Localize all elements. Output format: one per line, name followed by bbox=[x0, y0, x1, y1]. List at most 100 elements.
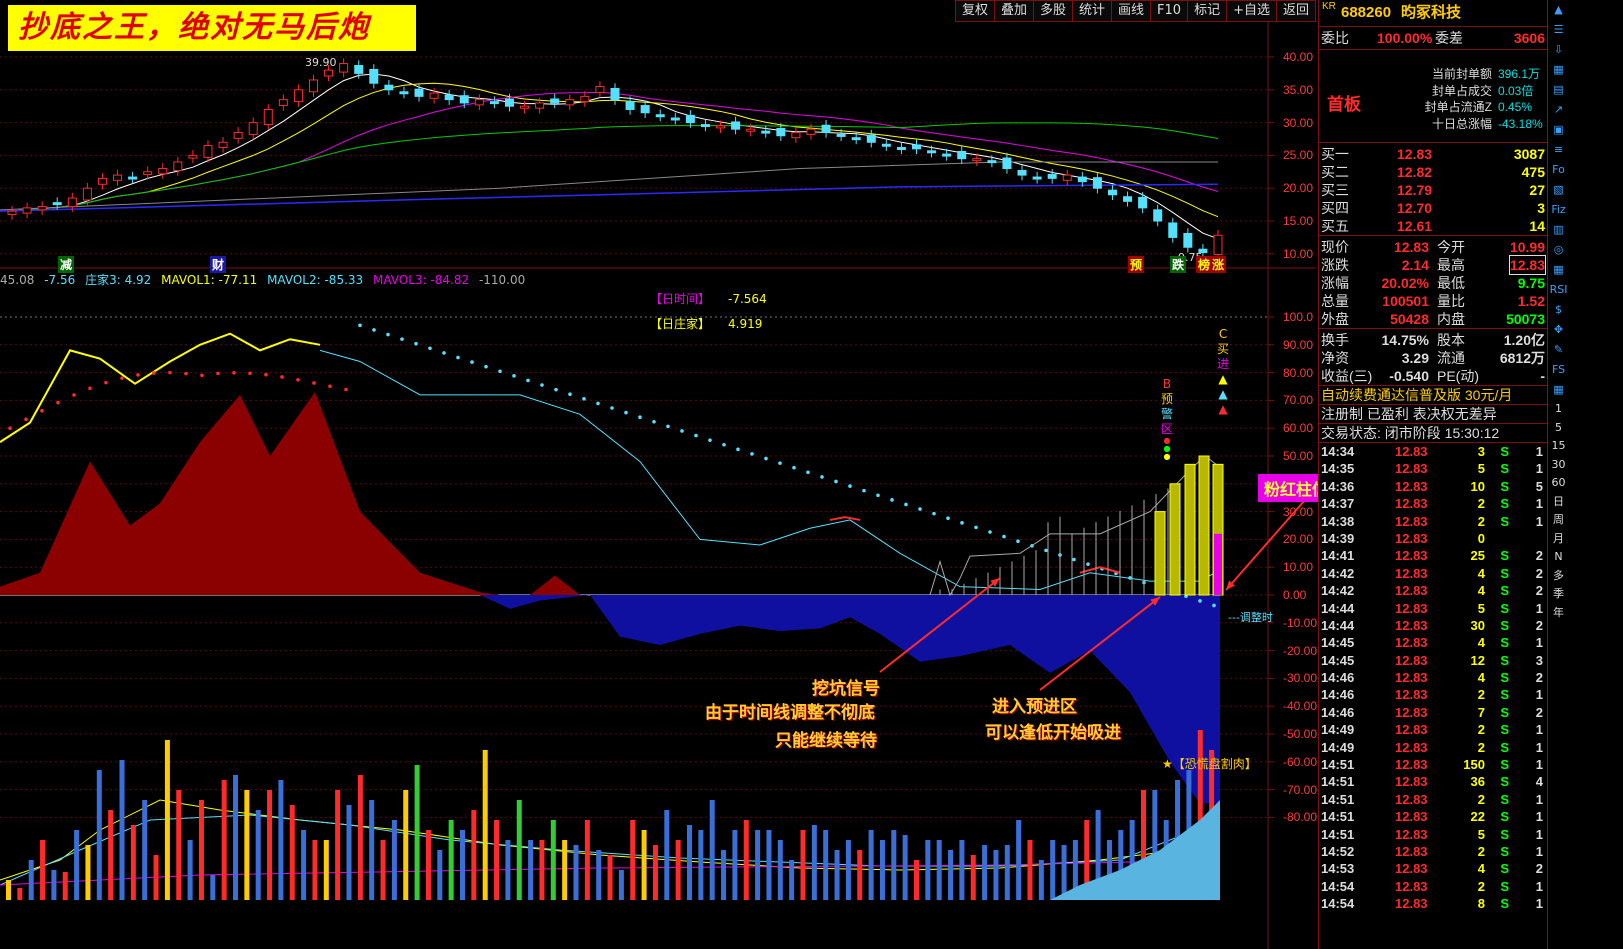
toolbar-btn-5[interactable]: F10 bbox=[1150, 0, 1189, 22]
tick-time: 14:42 bbox=[1321, 583, 1355, 599]
volume-bar bbox=[96, 770, 102, 900]
sidebar-tool-icon-12[interactable]: ◎ bbox=[1548, 240, 1569, 260]
volume-bar bbox=[357, 775, 363, 900]
bid-row-0[interactable]: 买一 12.83 3087 bbox=[1319, 145, 1547, 163]
annotation-dig-wait: 只能继续等待 bbox=[775, 731, 877, 751]
volume-bar bbox=[153, 855, 159, 900]
marker-die: 跌 bbox=[1170, 256, 1187, 273]
sidebar-tool-icon-14[interactable]: RSI bbox=[1548, 280, 1569, 300]
sidebar-period-6[interactable]: 周 bbox=[1548, 511, 1569, 530]
annotation-enter-zone: 进入预进区 bbox=[992, 697, 1077, 717]
sidebar-tool-icon-8[interactable]: Fo bbox=[1548, 160, 1569, 180]
sidebar-tool-icon-5[interactable]: ↗ bbox=[1548, 100, 1569, 120]
bid-row-1[interactable]: 买二 12.82 475 bbox=[1319, 163, 1547, 181]
candle-body bbox=[67, 197, 77, 208]
price-high-label: 39.90 bbox=[305, 56, 337, 69]
tick-vol: 2 bbox=[1477, 739, 1485, 755]
sidebar-period-11[interactable]: 年 bbox=[1548, 604, 1569, 623]
sidebar-period-1[interactable]: 5 bbox=[1548, 419, 1569, 438]
tick-price: 12.83 bbox=[1395, 739, 1428, 755]
candle-body bbox=[489, 101, 499, 105]
sidebar-period-9[interactable]: 多 bbox=[1548, 567, 1569, 586]
volume-bar bbox=[323, 840, 329, 900]
legend-value-dealer: 4.919 bbox=[728, 317, 763, 331]
ind-tick-15: -50.00 bbox=[1283, 727, 1318, 741]
sidebar-tool-icon-1[interactable]: ☰ bbox=[1548, 20, 1569, 40]
bid-row-3[interactable]: 买四 12.70 3 bbox=[1319, 199, 1547, 217]
stats2-row-2: 收益(三) -0.540 PE(动) - bbox=[1319, 367, 1547, 385]
bid-row-4[interactable]: 买五 12.61 14 bbox=[1319, 217, 1547, 235]
sidebar-tool-icon-15[interactable]: $ bbox=[1548, 300, 1569, 320]
chart-area[interactable] bbox=[0, 0, 1316, 949]
pink-signal-bar bbox=[1214, 533, 1222, 595]
sidebar-tool-icon-0[interactable]: ▲ bbox=[1548, 0, 1569, 20]
sidebar-period-7[interactable]: 月 bbox=[1548, 530, 1569, 549]
toolbar-btn-0[interactable]: 复权 bbox=[954, 0, 995, 22]
tick-vol: 22 bbox=[1470, 809, 1485, 825]
sidebar-tool-icon-11[interactable]: ▥ bbox=[1548, 220, 1569, 240]
ind-ma3: MAVOL3: -84.82 bbox=[373, 273, 470, 287]
sidebar-tool-icon-9[interactable]: ▧ bbox=[1548, 180, 1569, 200]
volume-bar bbox=[85, 845, 91, 900]
toolbar-btn-3[interactable]: 统计 bbox=[1072, 0, 1113, 22]
red-dot bbox=[264, 372, 268, 377]
red-dot bbox=[104, 380, 108, 385]
tick-row: 14:35 12.83 5 S 1 bbox=[1319, 460, 1547, 477]
bid-row-2[interactable]: 买三 12.79 27 bbox=[1319, 181, 1547, 199]
toolbar-btn-2[interactable]: 多股 bbox=[1032, 0, 1073, 22]
candle-body bbox=[158, 168, 168, 175]
cyan-dot bbox=[806, 470, 810, 475]
candle-body bbox=[52, 202, 62, 206]
tick-time: 14:46 bbox=[1321, 704, 1355, 720]
tick-time: 14:51 bbox=[1321, 826, 1355, 842]
sidebar-tool-icon-16[interactable]: ✥ bbox=[1548, 320, 1569, 340]
tick-row: 14:44 12.83 30 S 2 bbox=[1319, 617, 1547, 634]
sidebar-tool-icon-6[interactable]: ▣ bbox=[1548, 120, 1569, 140]
toolbar-btn-1[interactable]: 叠加 bbox=[993, 0, 1034, 22]
candle-body bbox=[188, 154, 198, 159]
sidebar-tool-icon-10[interactable]: Fiz bbox=[1548, 200, 1569, 220]
sidebar-tool-icon-13[interactable]: ▦ bbox=[1548, 260, 1569, 280]
tick-time: 14:51 bbox=[1321, 774, 1355, 790]
sidebar-period-10[interactable]: 季 bbox=[1548, 585, 1569, 604]
chart-toolbar: 复权 叠加 多股 统计 画线 F10 标记 +自选 返回 bbox=[954, 0, 1316, 22]
sidebar-tool-icon-4[interactable]: ▤ bbox=[1548, 80, 1569, 100]
toolbar-btn-7[interactable]: +自选 bbox=[1226, 0, 1277, 22]
legend-box: 【日时间】 -7.564 【日庄家】 4.919 bbox=[650, 290, 767, 332]
sidebar-tool-icon-19[interactable]: ▦ bbox=[1548, 380, 1569, 400]
sidebar-tool-icon-2[interactable]: ⇩ bbox=[1548, 40, 1569, 60]
tick-list[interactable]: 14:34 12.83 3 S 1 14:35 12.83 5 S 1 14:36 12.83 10 S 5… bbox=[1319, 442, 1547, 913]
sidebar-period-5[interactable]: 日 bbox=[1548, 493, 1569, 512]
ind-ma1: MAVOL1: -77.11 bbox=[161, 273, 258, 287]
sidebar-period-3[interactable]: 30 bbox=[1548, 456, 1569, 475]
ad-row[interactable]: 自动续费通达信普及版 30元/月 bbox=[1319, 385, 1547, 404]
tick-time: 14:53 bbox=[1321, 861, 1355, 877]
tick-count: 2 bbox=[1535, 670, 1543, 686]
sidebar-period-8[interactable]: N bbox=[1548, 548, 1569, 567]
seal-key: 当前封单额 bbox=[1431, 67, 1492, 81]
tick-side: S bbox=[1500, 513, 1509, 529]
sidebar-tool-icon-3[interactable]: ▦ bbox=[1548, 60, 1569, 80]
sidebar-tool-icon-7[interactable]: ≡ bbox=[1548, 140, 1569, 160]
sidebar-period-4[interactable]: 60 bbox=[1548, 474, 1569, 493]
tick-price: 12.83 bbox=[1395, 635, 1428, 651]
candle-body bbox=[233, 131, 243, 139]
sidebar-period-0[interactable]: 1 bbox=[1548, 400, 1569, 419]
volume-bar bbox=[108, 810, 114, 900]
tick-price: 12.83 bbox=[1395, 496, 1428, 512]
toolbar-btn-6[interactable]: 标记 bbox=[1187, 0, 1228, 22]
toolbar-btn-8[interactable]: 返回 bbox=[1275, 0, 1316, 22]
sidebar-tool-icon-17[interactable]: ✎ bbox=[1548, 340, 1569, 360]
toolbar-btn-4[interactable]: 画线 bbox=[1111, 0, 1152, 22]
candle-body bbox=[972, 158, 982, 162]
tick-count: 1 bbox=[1535, 722, 1543, 738]
indicator-values-line: 45.08 -7.56 庄家3: 4.92 MAVOL1: -77.11 MAV… bbox=[0, 271, 525, 288]
sidebar-period-2[interactable]: 15 bbox=[1548, 437, 1569, 456]
tick-time: 14:34 bbox=[1321, 444, 1355, 459]
cyan-dot bbox=[484, 364, 488, 369]
candle-body bbox=[942, 153, 952, 157]
cyan-dot bbox=[862, 488, 866, 493]
tick-vol: 10 bbox=[1470, 478, 1485, 494]
tick-row: 14:42 12.83 4 S 2 bbox=[1319, 565, 1547, 582]
sidebar-tool-icon-18[interactable]: FS bbox=[1548, 360, 1569, 380]
